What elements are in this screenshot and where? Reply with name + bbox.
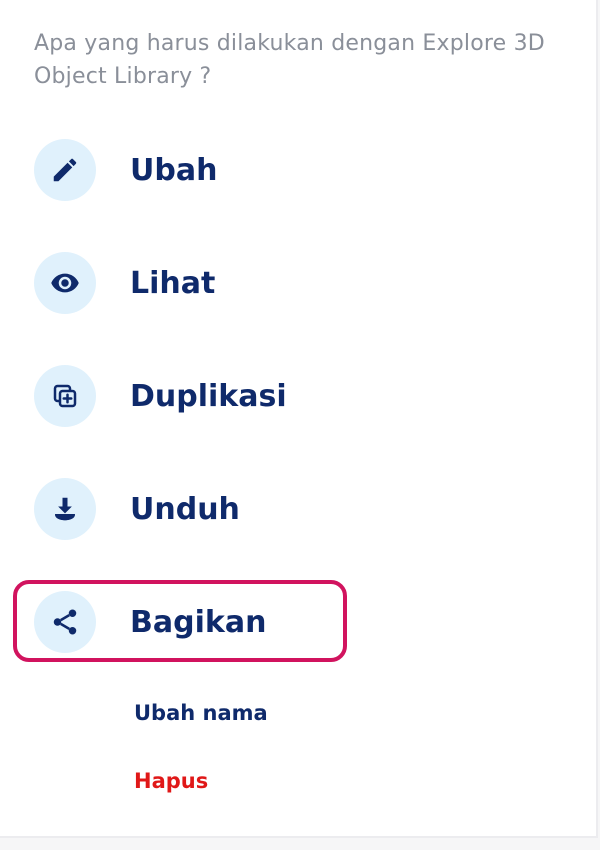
prompt-text: Apa yang harus dilakukan dengan Explore … — [34, 31, 545, 89]
delete-button[interactable]: Hapus — [134, 769, 208, 793]
duplicate-icon — [34, 365, 96, 427]
duplicate-action-label: Duplikasi — [130, 378, 287, 414]
view-action[interactable]: Lihat — [34, 252, 215, 314]
download-action[interactable]: Unduh — [34, 478, 240, 540]
edit-action[interactable]: Ubah — [34, 139, 217, 201]
download-icon — [34, 478, 96, 540]
share-action[interactable]: Bagikan — [34, 591, 266, 653]
duplicate-action[interactable]: Duplikasi — [34, 365, 287, 427]
download-action-label: Unduh — [130, 491, 240, 527]
view-action-label: Lihat — [130, 265, 216, 301]
pencil-icon — [34, 139, 96, 201]
action-sheet: Apa yang harus dilakukan dengan Explore … — [0, 0, 598, 838]
share-icon — [34, 591, 96, 653]
edit-action-label: Ubah — [130, 152, 218, 188]
share-action-label: Bagikan — [130, 604, 267, 640]
eye-icon — [34, 252, 96, 314]
rename-button[interactable]: Ubah nama — [134, 701, 268, 725]
